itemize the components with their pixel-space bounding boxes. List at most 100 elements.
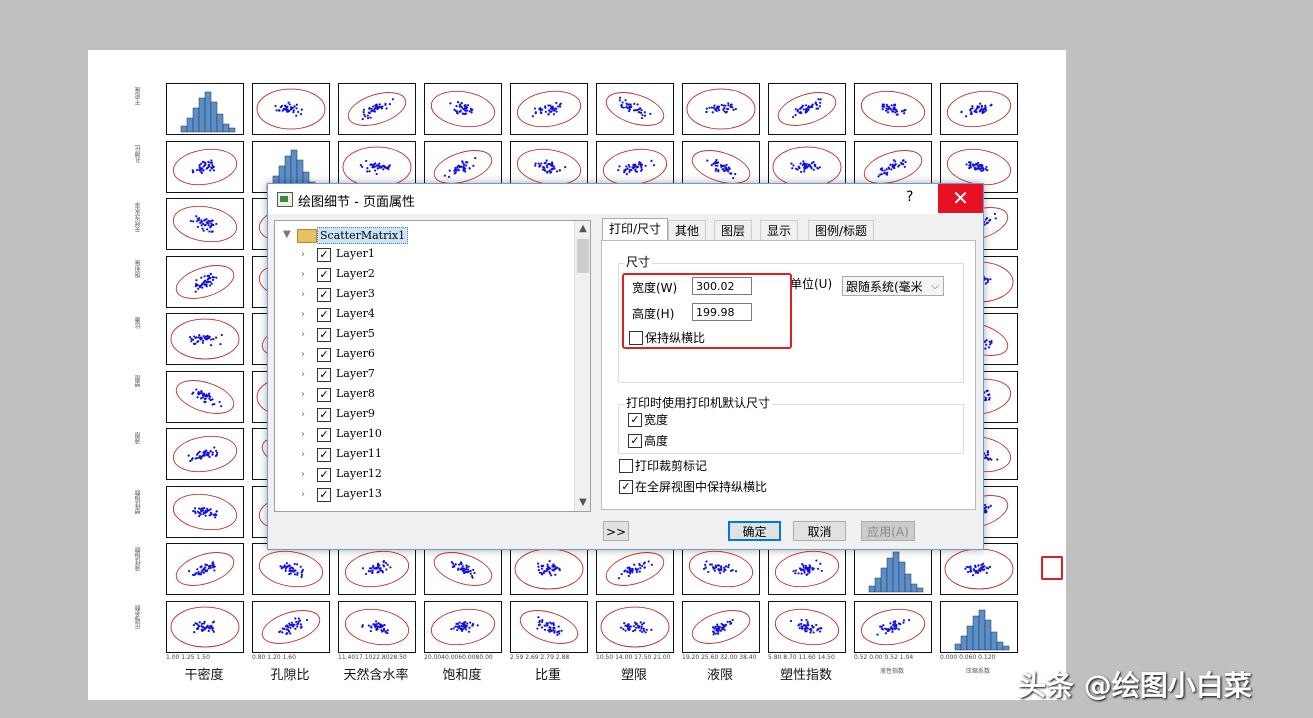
tree-scrollbar[interactable]: ▲ ▼ — [574, 221, 590, 511]
scatter-point — [892, 622, 896, 625]
scatter-point — [474, 156, 477, 159]
layer-visible-checkbox[interactable]: ✓ — [317, 448, 331, 462]
layer-visible-checkbox[interactable]: ✓ — [317, 468, 331, 482]
tree-layer-item[interactable]: › ✓ Layer13 — [275, 485, 575, 505]
scatter-point — [727, 107, 730, 111]
scatter-point — [467, 565, 470, 568]
expand-chevron-icon[interactable]: › — [301, 489, 305, 500]
layer-visible-checkbox[interactable]: ✓ — [317, 428, 331, 442]
expand-chevron-icon[interactable]: › — [301, 349, 305, 360]
scroll-thumb[interactable] — [577, 239, 589, 273]
column-axis-label: 液限 — [706, 668, 733, 683]
scatter-point — [192, 220, 195, 223]
tree-layer-item[interactable]: › ✓ Layer10 — [275, 425, 575, 445]
scatter-point — [893, 166, 896, 169]
scatter-point — [549, 110, 552, 114]
layer-visible-checkbox[interactable]: ✓ — [317, 268, 331, 282]
close-button[interactable]: ✕ — [938, 184, 983, 213]
scatter-point — [289, 108, 292, 111]
scatter-point — [635, 570, 639, 574]
scatter-point — [205, 625, 208, 628]
expand-chevron-icon[interactable]: › — [301, 249, 305, 260]
histogram-bar — [874, 577, 882, 593]
expand-chevron-icon[interactable]: › — [301, 449, 305, 460]
scatter-point — [210, 626, 214, 629]
scatter-point — [555, 169, 559, 172]
scatter-point — [804, 567, 807, 570]
layer-visible-checkbox[interactable]: ✓ — [317, 328, 331, 342]
histogram-bar — [996, 641, 1004, 650]
scatter-point — [376, 562, 380, 566]
tree-layer-item[interactable]: › ✓ Layer6 — [275, 345, 575, 365]
tab-other[interactable]: 其他 — [668, 220, 707, 241]
printer-height-checkbox[interactable]: ✓ — [628, 434, 642, 448]
tree-layer-item[interactable]: › ✓ Layer1 — [275, 245, 575, 265]
scatter-point — [988, 457, 992, 460]
tab-layers[interactable]: 图层 — [714, 220, 753, 241]
scatter-point — [639, 567, 642, 570]
expand-chevron-icon[interactable]: › — [301, 309, 305, 320]
histogram-bar — [904, 573, 912, 593]
layer-visible-checkbox[interactable]: ✓ — [317, 388, 331, 402]
expand-chevron-icon[interactable]: › — [301, 409, 305, 420]
scatter-point — [624, 624, 627, 627]
scatter-point — [274, 104, 277, 108]
unit-select[interactable]: 跟随系统(毫米 ⌵ — [842, 276, 944, 296]
layer-visible-checkbox[interactable]: ✓ — [317, 248, 331, 262]
tree-layer-item[interactable]: › ✓ Layer7 — [275, 365, 575, 385]
layer-tree[interactable]: ▼ ScatterMatrix1 › ✓ Layer1 › ✓ Layer2 › ✓ Layer… — [274, 220, 591, 512]
tree-layer-item[interactable]: › ✓ Layer2 — [275, 265, 575, 285]
tree-layer-item[interactable]: › ✓ Layer5 — [275, 325, 575, 345]
apply-button[interactable]: 应用(A) — [861, 521, 915, 541]
tree-layer-item[interactable]: › ✓ Layer8 — [275, 385, 575, 405]
scatter-point — [206, 394, 210, 397]
expand-chevron-icon[interactable]: › — [301, 329, 305, 340]
scatter-point — [627, 574, 630, 578]
expand-chevron-icon[interactable]: › — [301, 469, 305, 480]
expand-chevron-icon[interactable]: › — [301, 369, 305, 380]
scatter-point — [725, 166, 728, 170]
tab-print-size[interactable]: 打印/尺寸 — [602, 218, 669, 242]
layer-visible-checkbox[interactable]: ✓ — [317, 368, 331, 382]
collapse-chevron-icon[interactable]: ▼ — [283, 229, 291, 240]
crop-marks-checkbox[interactable] — [619, 459, 633, 473]
scatter-point — [209, 161, 212, 164]
expand-chevron-icon[interactable]: › — [301, 429, 305, 440]
scatter-point — [284, 569, 287, 572]
cancel-button[interactable]: 取消 — [793, 521, 846, 541]
scatter-point — [382, 167, 385, 170]
scatter-point — [984, 510, 987, 514]
tree-layer-item[interactable]: › ✓ Layer3 — [275, 285, 575, 305]
expand-chevron-icon[interactable]: › — [301, 389, 305, 400]
scroll-up-icon[interactable]: ▲ — [575, 221, 590, 237]
tree-layer-item[interactable]: › ✓ Layer9 — [275, 405, 575, 425]
scatter-point — [796, 108, 800, 112]
tree-root-item[interactable]: ▼ ScatterMatrix1 — [275, 225, 575, 245]
expand-chevron-icon[interactable]: › — [301, 289, 305, 300]
printer-width-checkbox[interactable]: ✓ — [628, 413, 642, 427]
expand-chevron-icon[interactable]: › — [301, 269, 305, 280]
ok-button[interactable]: 确定 — [728, 521, 781, 541]
scatter-point — [984, 218, 988, 221]
dialog-titlebar[interactable]: 绘图细节 - 页面属性 ? ✕ — [268, 184, 983, 214]
column-axis-label: 饱和度 — [442, 668, 482, 683]
layer-visible-checkbox[interactable]: ✓ — [317, 348, 331, 362]
tree-layer-item[interactable]: › ✓ Layer11 — [275, 445, 575, 465]
scroll-down-icon[interactable]: ▼ — [575, 495, 590, 511]
layer-visible-checkbox[interactable]: ✓ — [317, 408, 331, 422]
scatter-point — [545, 567, 548, 570]
layer-visible-checkbox[interactable]: ✓ — [317, 488, 331, 502]
fullscreen-ratio-checkbox[interactable]: ✓ — [619, 480, 633, 494]
expand-button[interactable]: >> — [603, 521, 629, 541]
tab-legend-title[interactable]: 图例/标题 — [808, 220, 875, 241]
scatter-point — [208, 335, 211, 338]
help-button[interactable]: ? — [906, 189, 913, 205]
layer-visible-checkbox[interactable]: ✓ — [317, 288, 331, 302]
scatter-point — [361, 118, 364, 121]
layer-visible-checkbox[interactable]: ✓ — [317, 308, 331, 322]
tree-layer-item[interactable]: › ✓ Layer12 — [275, 465, 575, 485]
tab-display[interactable]: 显示 — [760, 220, 799, 241]
tree-layer-item[interactable]: › ✓ Layer4 — [275, 305, 575, 325]
scatter-point — [376, 166, 379, 170]
scatter-point — [381, 105, 384, 108]
